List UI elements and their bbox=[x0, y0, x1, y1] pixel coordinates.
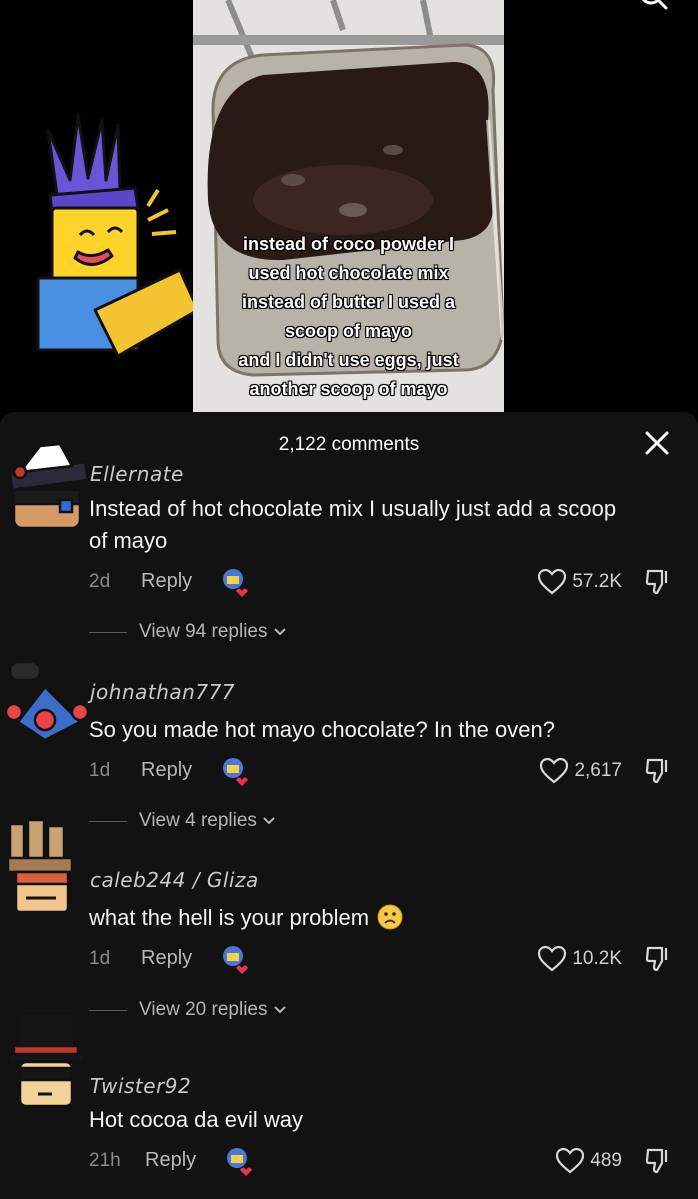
comment-text: what the hell is your problem bbox=[89, 902, 628, 934]
heart-icon bbox=[556, 1148, 585, 1174]
close-icon[interactable] bbox=[642, 428, 672, 458]
comment-time: 21h bbox=[89, 1150, 121, 1171]
like-count: 489 bbox=[590, 1150, 622, 1171]
reply-button[interactable]: Reply bbox=[141, 570, 192, 593]
creator-avatar bbox=[223, 946, 248, 974]
reply-button[interactable]: Reply bbox=[145, 1149, 196, 1172]
comment-time: 1d bbox=[89, 948, 111, 969]
heart-icon bbox=[538, 946, 567, 972]
comment-text: Hot cocoa da evil way bbox=[89, 1107, 303, 1132]
video-frame[interactable]: instead of coco powder I used hot chocol… bbox=[193, 0, 504, 412]
divider-line bbox=[89, 820, 127, 822]
comment-text: Instead of hot chocolate mix I usually j… bbox=[89, 496, 617, 553]
comment-username[interactable]: caleb244 / Gliza bbox=[90, 868, 259, 892]
creator-avatar bbox=[227, 1148, 252, 1176]
reply-button[interactable]: Reply bbox=[141, 947, 192, 970]
view-replies-button[interactable]: View 94 replies bbox=[89, 621, 287, 643]
comment-time: 2d bbox=[89, 571, 111, 592]
like-count: 57.2K bbox=[572, 571, 622, 592]
comment-username[interactable]: Twister92 bbox=[90, 1074, 191, 1098]
caption-line: instead of coco powder I bbox=[242, 234, 455, 254]
like-count: 2,617 bbox=[574, 760, 622, 781]
video-player[interactable]: instead of coco powder I used hot chocol… bbox=[0, 0, 698, 412]
view-replies-button[interactable]: View 4 replies bbox=[89, 810, 276, 832]
avatar[interactable] bbox=[0, 652, 92, 752]
comment-text: So you made hot mayo chocolate? In the o… bbox=[89, 717, 555, 742]
creator-avatar bbox=[223, 758, 248, 786]
like-count: 10.2K bbox=[572, 948, 622, 969]
dislike-icon[interactable] bbox=[644, 944, 672, 972]
comment-time: 1d bbox=[89, 760, 111, 781]
caption-line: used hot chocolate mix bbox=[248, 263, 449, 283]
search-icon[interactable] bbox=[638, 0, 668, 12]
divider-line bbox=[89, 1009, 127, 1011]
character-sticker bbox=[36, 113, 200, 358]
video-caption: instead of coco powder I used hot chocol… bbox=[193, 230, 504, 404]
dislike-icon[interactable] bbox=[644, 1146, 672, 1174]
chevron-down-icon bbox=[263, 817, 275, 825]
caption-line: scoop of mayo bbox=[284, 321, 413, 341]
comment-username[interactable]: johnathan777 bbox=[90, 680, 235, 704]
comments-sheet: 2,122 comments Ellernate Instead of hot … bbox=[0, 412, 698, 1199]
caption-line: instead of butter I used a bbox=[241, 292, 456, 312]
avatar[interactable] bbox=[0, 1010, 92, 1110]
like-button[interactable]: 2,617 bbox=[540, 758, 622, 784]
caption-line: another scoop of mayo bbox=[249, 379, 448, 399]
heart-icon bbox=[540, 758, 569, 784]
frowning-face-emoji bbox=[377, 904, 403, 930]
view-replies-label: View 4 replies bbox=[139, 810, 257, 831]
like-button[interactable]: 57.2K bbox=[538, 569, 622, 595]
reply-button[interactable]: Reply bbox=[141, 759, 192, 782]
caption-line: and I didn't use eggs, just bbox=[238, 350, 459, 370]
chevron-down-icon bbox=[273, 628, 286, 636]
view-replies-label: View 20 replies bbox=[139, 999, 268, 1020]
divider-line bbox=[89, 631, 127, 633]
avatar[interactable] bbox=[0, 432, 92, 532]
heart-icon bbox=[538, 569, 567, 595]
comment-username[interactable]: Ellernate bbox=[90, 462, 184, 486]
view-replies-button[interactable]: View 20 replies bbox=[89, 999, 287, 1021]
creator-avatar bbox=[223, 569, 248, 597]
dislike-icon[interactable] bbox=[644, 567, 672, 595]
like-button[interactable]: 10.2K bbox=[538, 946, 622, 972]
comment-text-content: what the hell is your problem bbox=[89, 905, 370, 930]
chevron-down-icon bbox=[273, 1006, 286, 1014]
avatar[interactable] bbox=[0, 820, 92, 920]
comments-count: 2,122 comments bbox=[278, 434, 420, 455]
view-replies-label: View 94 replies bbox=[139, 621, 268, 642]
like-button[interactable]: 489 bbox=[556, 1148, 622, 1174]
dislike-icon[interactable] bbox=[644, 756, 672, 784]
